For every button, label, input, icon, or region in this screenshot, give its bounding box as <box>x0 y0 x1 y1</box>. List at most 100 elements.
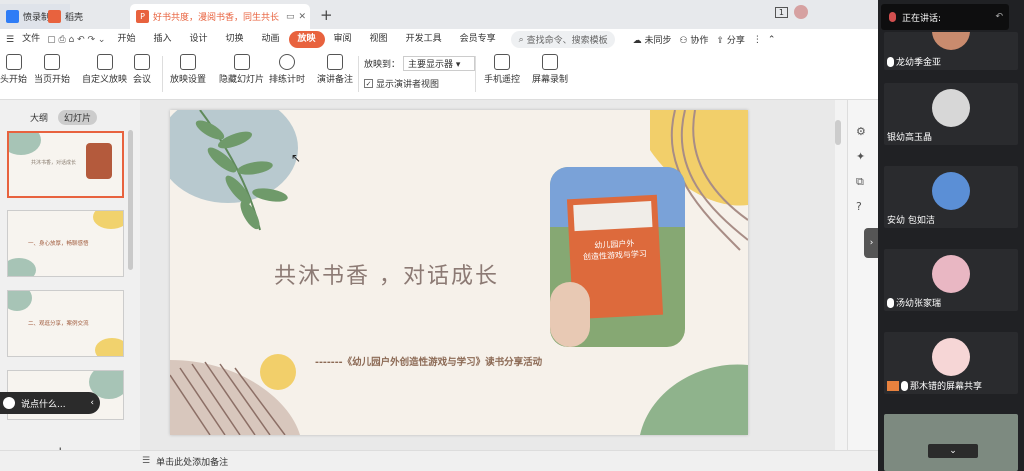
slide-editor: 幼儿园户外 创造性游戏与学习 共沐书香 ，对话成长 -------《幼儿园户外创… <box>140 100 841 450</box>
menu-review[interactable]: 审阅 <box>325 31 361 48</box>
mic-icon <box>887 297 894 308</box>
play-from-start-button[interactable]: 头开始 <box>0 54 27 85</box>
page-indicator[interactable]: 1 <box>774 6 788 18</box>
thumb-shape <box>95 338 123 356</box>
tab-bar: 愤录制中 稻壳 P 好书共度，漫阅书香，同生共长 ▭ ✕ + 1 <box>0 0 878 29</box>
chevron-down-icon[interactable]: ⌄ <box>928 444 978 458</box>
more-icon[interactable]: ⋮ <box>753 35 762 45</box>
divider <box>162 56 163 92</box>
participant-tile[interactable]: 龙幼季金亚 <box>884 32 1018 70</box>
screen-record-button[interactable]: 屏幕录制 <box>532 54 568 85</box>
custom-show-icon <box>96 54 113 70</box>
tab-slides[interactable]: 幻灯片 <box>58 110 98 125</box>
sync-status[interactable]: ☁ 未同步 <box>633 33 672 46</box>
menu-icon[interactable]: ☰ <box>6 35 14 45</box>
cover-photos <box>573 201 653 232</box>
chevron-right-icon[interactable]: › <box>864 228 878 258</box>
quick-toolbar[interactable]: ▢ ⎙ ⌂ ↶ ↷ ⌄ <box>47 35 105 45</box>
rehearse-timing-button[interactable]: 排练计时 <box>269 54 305 85</box>
play-to-select[interactable]: 主要显示器 ▾ <box>403 56 476 71</box>
phone-icon <box>494 54 510 70</box>
new-tab-button[interactable]: + <box>320 6 333 24</box>
collab-button[interactable]: ⚇ 协作 <box>679 33 708 46</box>
ribbon: 头开始 当页开始 自定义放映 会议 放映设置 隐藏幻灯片 排练计时 演讲备注 放… <box>0 50 878 100</box>
comment-icon[interactable]: ▭ <box>286 12 295 22</box>
divider <box>475 56 476 92</box>
close-icon[interactable]: ✕ <box>299 12 307 22</box>
participant-tile[interactable]: 那木错的屏幕共享 <box>884 332 1018 394</box>
presenter-view-checkbox[interactable]: ✓ <box>364 79 373 88</box>
menu-member[interactable]: 会员专享 <box>451 31 505 48</box>
chevron-left-icon[interactable]: ‹ <box>90 398 94 408</box>
search-placeholder: 查找命令、搜索模板 <box>526 36 608 46</box>
avatar <box>932 32 970 50</box>
slide-thumbnail-panel: 大纲 幻灯片 共沐书香，对话成长 一、身心放厚，畅聊感悟 二、观逛分享，案例交流… <box>0 100 140 463</box>
slide-canvas[interactable]: 幼儿园户外 创造性游戏与学习 共沐书香 ，对话成长 -------《幼儿园户外创… <box>170 110 748 435</box>
participant-tile[interactable]: 银幼高玉晶 <box>884 83 1018 145</box>
cloud-icon <box>6 10 19 23</box>
share-button[interactable]: ⇪ 分享 <box>716 33 744 46</box>
window-controls: 1 <box>774 5 808 19</box>
meeting-icon <box>134 54 150 70</box>
slide-thumbnail-2[interactable]: 一、身心放厚，畅聊感悟 <box>7 210 124 277</box>
slide-thumbnail-3[interactable]: 二、观逛分享，案例交流 <box>7 290 124 357</box>
thumb-title: 共沐书香，对话成长 <box>31 160 77 166</box>
participant-tile[interactable]: ⌄ <box>884 414 1018 471</box>
phone-remote-button[interactable]: 手机遥控 <box>484 54 520 85</box>
custom-show-button[interactable]: 自定义放映 <box>82 54 127 85</box>
search-input[interactable]: ⌕ 查找命令、搜索模板 <box>510 31 615 48</box>
menu-design[interactable]: 设计 <box>180 31 216 48</box>
search-icon: ⌕ <box>518 34 524 45</box>
comment-box[interactable]: 说点什么... ‹ <box>0 392 100 414</box>
book-title-line: 创造性游戏与学习 <box>582 249 648 262</box>
slide-thumbnail-1[interactable]: 共沐书香，对话成长 <box>7 131 124 198</box>
speaker-notes-button[interactable]: 演讲备注 <box>317 54 353 85</box>
hide-slide-button[interactable]: 隐藏幻灯片 <box>219 54 264 85</box>
play-current-button[interactable]: 当页开始 <box>34 54 70 85</box>
thumb-shape <box>8 291 32 311</box>
book-photo[interactable]: 幼儿园户外 创造性游戏与学习 <box>550 167 685 347</box>
menu-bar: ☰ 文件 ▢ ⎙ ⌂ ↶ ↷ ⌄ 开始 插入 设计 切换 动画 放映 审阅 视图… <box>0 29 878 50</box>
panel-tabs: 大纲 幻灯片 <box>30 110 98 125</box>
collapse-icon[interactable]: ⌃ <box>768 35 776 45</box>
menu-slideshow[interactable]: 放映 <box>288 31 325 48</box>
transition-icon[interactable]: ⧉ <box>856 175 864 189</box>
emoji-icon[interactable] <box>3 397 15 409</box>
canvas-scrollbar[interactable] <box>835 120 841 145</box>
menu-animation[interactable]: 动画 <box>253 31 289 48</box>
avatar <box>932 255 970 293</box>
button-label: 排练计时 <box>269 75 306 85</box>
tab-label: 好书共度，漫阅书香，同生共长 <box>153 13 280 23</box>
menu-transition[interactable]: 切换 <box>216 31 252 48</box>
avatar <box>932 89 970 127</box>
undo-icon[interactable]: ↶ <box>995 12 1003 22</box>
help-icon[interactable]: ? <box>856 200 862 213</box>
slide-subtitle[interactable]: -------《幼儿园户外创造性游戏与学习》读书分享活动 <box>315 354 542 368</box>
presenter-view-option[interactable]: ✓ 显示演讲者视图 <box>364 77 439 90</box>
menu-file[interactable]: 文件 <box>18 31 44 48</box>
notes-placeholder[interactable]: 单击此处添加备注 <box>156 455 228 468</box>
slideshow-settings-button[interactable]: 放映设置 <box>170 54 206 85</box>
sync-label: 未同步 <box>644 36 672 46</box>
right-toolbar: ⚙ ✦ ⧉ ? › <box>847 100 878 463</box>
thumb-image <box>86 143 112 179</box>
participant-tile[interactable]: 安幼 包如洁 <box>884 166 1018 228</box>
tab-document[interactable]: P 好书共度，漫阅书香，同生共长 ▭ ✕ <box>130 4 310 29</box>
properties-icon[interactable]: ⚙ <box>856 125 866 138</box>
menu-view[interactable]: 视图 <box>361 31 397 48</box>
scrollbar[interactable] <box>128 130 133 270</box>
tab-outline[interactable]: 大纲 <box>30 111 48 124</box>
menu-insert[interactable]: 插入 <box>144 31 180 48</box>
speaking-indicator: 正在讲话: ↶ <box>881 4 1009 30</box>
pin-icon[interactable]: ✦ <box>856 150 865 163</box>
menu-home[interactable]: 开始 <box>108 31 144 48</box>
avatar[interactable] <box>794 5 808 19</box>
tab-docer[interactable]: 稻壳 <box>42 4 117 29</box>
meeting-button[interactable]: 会议 <box>133 54 151 85</box>
menu-developer[interactable]: 开发工具 <box>397 31 451 48</box>
comment-placeholder: 说点什么... <box>21 399 66 410</box>
participant-tile[interactable]: 汤幼张家瑞 <box>884 249 1018 311</box>
presenter-view-label: 显示演讲者视图 <box>376 80 440 90</box>
slide-title[interactable]: 共沐书香 ，对话成长 <box>274 258 499 290</box>
book-title: 幼儿园户外 创造性游戏与学习 <box>579 237 650 263</box>
